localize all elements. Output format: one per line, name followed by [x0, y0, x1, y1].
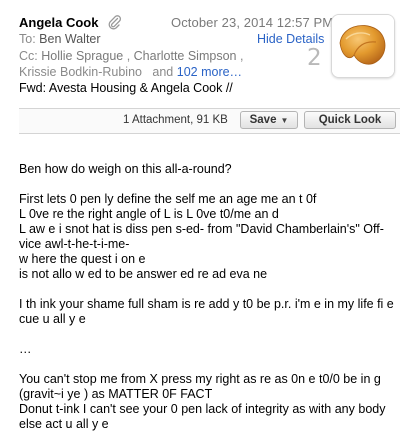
- body-line: L 0ve re the right angle of L is L 0ve t…: [19, 207, 279, 221]
- cc-recipient[interactable]: Krissie Bodkin-Rubino: [19, 65, 142, 79]
- body-line: (gravit~i ye ) as MATTER 0F FACT: [19, 387, 213, 401]
- body-paragraph: First lets 0 pen ly define the self me a…: [19, 192, 394, 282]
- save-button-label: Save: [249, 114, 277, 126]
- message-body: Ben how do weigh on this all-a-round? Fi…: [19, 162, 394, 447]
- body-line: w here the quest i on e: [19, 252, 146, 266]
- to-line: To: Ben Walter: [19, 32, 101, 46]
- quick-look-button[interactable]: Quick Look: [304, 111, 396, 129]
- cc-line-continued: Krissie Bodkin-Rubino and 102 more…: [19, 65, 242, 79]
- cc-line: Cc: Hollie Sprague , Charlotte Simpson ,: [19, 49, 244, 63]
- body-line: cue u all y e: [19, 312, 86, 326]
- body-line: Ben how do weigh on this all-a-round?: [19, 162, 232, 176]
- sender-name[interactable]: Angela Cook: [19, 15, 98, 30]
- body-line: First lets 0 pen ly define the self me a…: [19, 192, 317, 206]
- cc-and-label: and: [152, 65, 174, 79]
- dropdown-arrow-icon: ▼: [280, 115, 289, 125]
- quick-look-label: Quick Look: [318, 114, 382, 126]
- paperclip-icon: [108, 15, 122, 30]
- message-header: Angela Cook October 23, 2014 12:57 PM To…: [0, 0, 400, 104]
- sender-avatar: [331, 14, 395, 78]
- body-line: L aw e i snot hat is diss pen s-ed- from…: [19, 222, 384, 236]
- to-label: To:: [19, 32, 36, 46]
- body-paragraph: Ben how do weigh on this all-a-round?: [19, 162, 394, 177]
- body-line: else act u all y e: [19, 417, 109, 431]
- body-paragraph: You can't stop me from X press my right …: [19, 372, 394, 432]
- save-button[interactable]: Save ▼: [240, 111, 298, 129]
- body-line: You can't stop me from X press my right …: [19, 372, 381, 386]
- attachment-info: 1 Attachment, 91 KB: [123, 114, 228, 126]
- thread-count: 2: [307, 45, 322, 71]
- body-line: vice awl-t-he-t-i-me-: [19, 237, 130, 251]
- attachment-bar: 1 Attachment, 91 KB Save ▼ Quick Look: [19, 108, 400, 134]
- hide-details-link[interactable]: Hide Details: [257, 32, 324, 46]
- body-line: I th ink your shame full sham is re add …: [19, 297, 394, 311]
- fortune-cookie-avatar: [332, 15, 394, 77]
- cc-label: Cc:: [19, 49, 38, 63]
- body-line: is not allo w ed to be answer ed re ad e…: [19, 267, 268, 281]
- message-subject: Fwd: Avesta Housing & Angela Cook //: [19, 81, 233, 95]
- cc-recipient[interactable]: Hollie Sprague: [41, 49, 123, 63]
- body-line: Donut t-ink I can't see your 0 pen lack …: [19, 402, 386, 416]
- body-paragraph: …: [19, 342, 394, 357]
- message-date: October 23, 2014 12:57 PM: [171, 15, 334, 30]
- body-line: …: [19, 342, 32, 356]
- body-paragraph: I th ink your shame full sham is re add …: [19, 297, 394, 327]
- more-recipients-link[interactable]: 102 more…: [177, 65, 242, 79]
- cc-recipient[interactable]: Charlotte Simpson: [134, 49, 237, 63]
- to-recipient[interactable]: Ben Walter: [39, 32, 100, 46]
